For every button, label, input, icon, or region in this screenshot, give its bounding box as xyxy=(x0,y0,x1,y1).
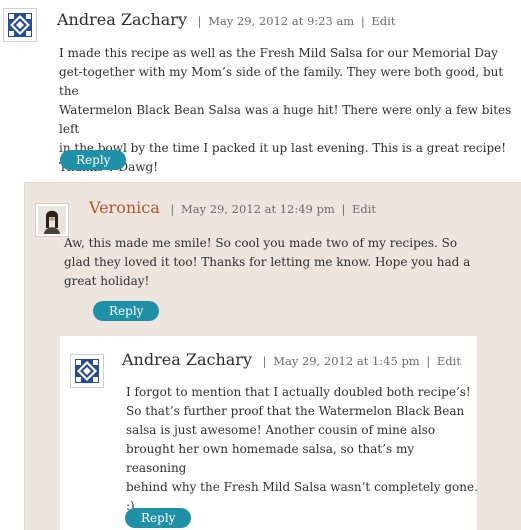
avatar[interactable] xyxy=(3,8,37,42)
comment-body: Aw, this made me smile! So cool you made… xyxy=(64,236,471,288)
edit-link[interactable]: Edit xyxy=(437,354,461,368)
comment-andrea-2: Andrea Zachary | May 29, 2012 at 1:45 pm… xyxy=(59,335,478,530)
comment-author[interactable]: Andrea Zachary xyxy=(57,10,187,29)
separator: | xyxy=(426,354,431,368)
blue-quilt-avatar-icon xyxy=(73,357,101,385)
separator: | xyxy=(262,354,267,368)
separator: | xyxy=(360,14,365,28)
comment-date-link[interactable]: May 29, 2012 at 12:49 pm xyxy=(181,202,335,216)
separator: | xyxy=(170,202,175,216)
comment-date-link[interactable]: May 29, 2012 at 1:45 pm xyxy=(273,354,420,368)
comment-author[interactable]: Andrea Zachary xyxy=(122,350,252,369)
avatar[interactable] xyxy=(35,203,69,237)
edit-link[interactable]: Edit xyxy=(371,14,395,28)
separator: | xyxy=(197,14,202,28)
avatar[interactable] xyxy=(70,354,104,388)
comment-body: I forgot to mention that I actually doub… xyxy=(126,385,478,513)
separator: | xyxy=(341,202,346,216)
comment-header: Veronica | May 29, 2012 at 12:49 pm | Ed… xyxy=(89,198,376,217)
comment-author[interactable]: Veronica xyxy=(89,198,160,217)
edit-link[interactable]: Edit xyxy=(352,202,376,216)
comment-header: Andrea Zachary | May 29, 2012 at 1:45 pm… xyxy=(122,350,461,369)
comment-andrea-1: Andrea Zachary | May 29, 2012 at 9:23 am… xyxy=(0,0,521,182)
blue-quilt-avatar-icon xyxy=(6,11,34,39)
comment-header: Andrea Zachary | May 29, 2012 at 9:23 am… xyxy=(57,10,395,29)
reply-button[interactable]: Reply xyxy=(93,301,159,321)
comment-date-link[interactable]: May 29, 2012 at 9:23 am xyxy=(208,14,354,28)
profile-photo-avatar-icon xyxy=(38,206,66,234)
reply-button[interactable]: Reply xyxy=(60,150,126,170)
comment-body: I made this recipe as well as the Fresh … xyxy=(59,46,512,174)
reply-button[interactable]: Reply xyxy=(125,508,191,528)
